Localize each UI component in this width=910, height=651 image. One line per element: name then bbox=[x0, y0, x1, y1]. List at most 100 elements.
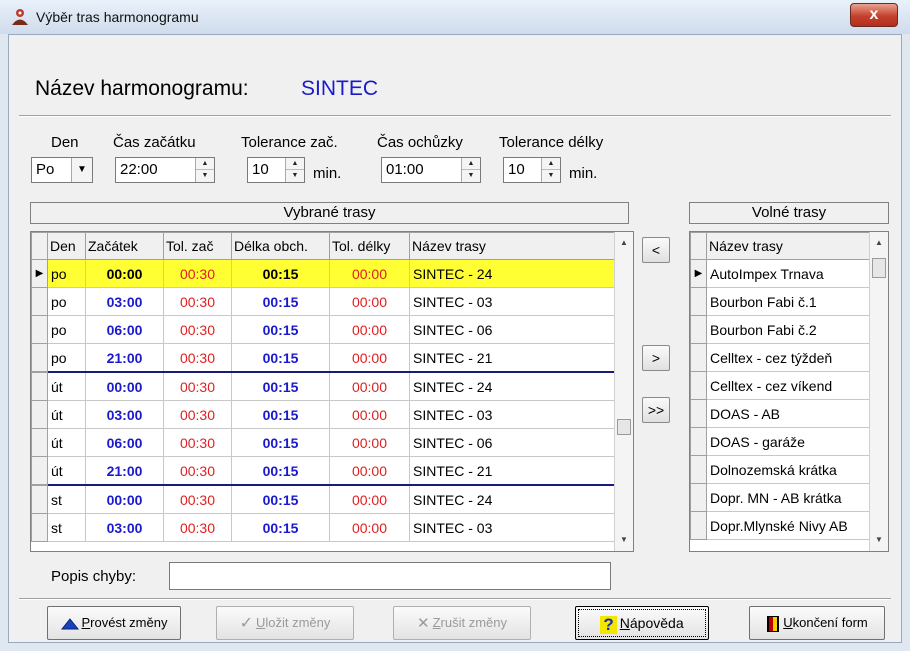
cell-tol-zac[interactable]: 00:30 bbox=[163, 428, 232, 457]
col-header-nazev-trasy[interactable]: Název trasy bbox=[706, 232, 871, 260]
list-item[interactable]: Dopr. MN - AB krátka bbox=[690, 483, 871, 512]
scroll-down-icon[interactable]: ▼ bbox=[870, 531, 888, 549]
list-item[interactable]: Bourbon Fabi č.2 bbox=[690, 315, 871, 344]
spin-up-icon[interactable]: ▲ bbox=[286, 158, 304, 170]
col-header-tol-zac[interactable]: Tol. zač bbox=[163, 232, 232, 260]
col-header-nazev-trasy[interactable]: Název trasy bbox=[409, 232, 618, 260]
table-row[interactable]: út 00:00 00:30 00:15 00:00 SINTEC - 24 bbox=[31, 371, 618, 401]
cell-tol-zac[interactable]: 00:30 bbox=[163, 287, 232, 316]
cell-delka[interactable]: 00:15 bbox=[231, 400, 330, 429]
list-item[interactable]: DOAS - garáže bbox=[690, 427, 871, 456]
table-row[interactable]: st 03:00 00:30 00:15 00:00 SINTEC - 03 bbox=[31, 513, 618, 542]
cell-delka[interactable]: 00:15 bbox=[231, 343, 330, 373]
move-right-button[interactable]: > bbox=[642, 345, 670, 371]
cell-den[interactable]: st bbox=[47, 513, 86, 542]
cell-den[interactable]: út bbox=[47, 371, 86, 401]
close-button[interactable]: x bbox=[850, 3, 898, 27]
col-header-den[interactable]: Den bbox=[47, 232, 86, 260]
cell-tol-delky[interactable]: 00:00 bbox=[329, 315, 410, 344]
cell-tol-zac[interactable]: 00:30 bbox=[163, 484, 232, 514]
move-all-right-button[interactable]: >> bbox=[642, 397, 670, 423]
cell-delka[interactable]: 00:15 bbox=[231, 287, 330, 316]
cell-tol-zac[interactable]: 00:30 bbox=[163, 371, 232, 401]
table-row[interactable]: ▶ po 00:00 00:30 00:15 00:00 SINTEC - 24 bbox=[31, 259, 618, 288]
zrusit-zmeny-button[interactable]: ✕ Zrušit změny bbox=[393, 606, 531, 640]
volne-scrollbar[interactable]: ▲ ▼ bbox=[869, 232, 888, 551]
cell-tol-zac[interactable]: 00:30 bbox=[163, 315, 232, 344]
cell-nazev-trasy[interactable]: SINTEC - 24 bbox=[409, 371, 618, 401]
vybrane-scrollbar[interactable]: ▲ ▼ bbox=[614, 232, 633, 551]
cell-tol-delky[interactable]: 00:00 bbox=[329, 343, 410, 373]
ulozit-zmeny-button[interactable]: ✓ Uložit změny bbox=[216, 606, 354, 640]
cell-delka[interactable]: 00:15 bbox=[231, 371, 330, 401]
cas-zacatku-spinner[interactable]: ▲ ▼ bbox=[195, 158, 214, 182]
scroll-thumb[interactable] bbox=[872, 258, 886, 278]
spin-up-icon[interactable]: ▲ bbox=[462, 158, 480, 170]
cell-tol-delky[interactable]: 00:00 bbox=[329, 371, 410, 401]
list-item[interactable]: Celltex - cez víkend bbox=[690, 371, 871, 400]
table-row[interactable]: po 03:00 00:30 00:15 00:00 SINTEC - 03 bbox=[31, 287, 618, 316]
table-row[interactable]: út 06:00 00:30 00:15 00:00 SINTEC - 06 bbox=[31, 428, 618, 457]
table-row[interactable]: po 21:00 00:30 00:15 00:00 SINTEC - 21 bbox=[31, 343, 618, 373]
cell-nazev-trasy[interactable]: Dolnozemská krátka bbox=[706, 455, 871, 484]
cell-nazev-trasy[interactable]: SINTEC - 21 bbox=[409, 343, 618, 373]
cell-den[interactable]: po bbox=[47, 259, 86, 288]
cell-den[interactable]: út bbox=[47, 456, 86, 486]
list-item[interactable]: ▶ AutoImpex Trnava bbox=[690, 259, 871, 288]
cell-zacatek[interactable]: 00:00 bbox=[85, 484, 164, 514]
scroll-down-icon[interactable]: ▼ bbox=[615, 531, 633, 549]
cell-zacatek[interactable]: 06:00 bbox=[85, 428, 164, 457]
ukonceni-form-button[interactable]: Ukončení form bbox=[749, 606, 885, 640]
cell-nazev-trasy[interactable]: SINTEC - 03 bbox=[409, 287, 618, 316]
provest-zmeny-button[interactable]: Provést změny bbox=[47, 606, 181, 640]
cell-zacatek[interactable]: 00:00 bbox=[85, 371, 164, 401]
cell-den[interactable]: st bbox=[47, 484, 86, 514]
cell-delka[interactable]: 00:15 bbox=[231, 456, 330, 486]
cell-nazev-trasy[interactable]: Dopr. MN - AB krátka bbox=[706, 483, 871, 512]
cell-tol-delky[interactable]: 00:00 bbox=[329, 513, 410, 542]
cell-tol-delky[interactable]: 00:00 bbox=[329, 287, 410, 316]
col-header-tol-delky[interactable]: Tol. délky bbox=[329, 232, 410, 260]
cell-den[interactable]: út bbox=[47, 428, 86, 457]
popis-chyby-input[interactable] bbox=[169, 562, 611, 590]
tolerance-delky-input[interactable]: 10 ▲ ▼ bbox=[503, 157, 561, 183]
cell-delka[interactable]: 00:15 bbox=[231, 259, 330, 288]
cell-zacatek[interactable]: 21:00 bbox=[85, 456, 164, 486]
cell-nazev-trasy[interactable]: DOAS - AB bbox=[706, 399, 871, 428]
cell-tol-zac[interactable]: 00:30 bbox=[163, 456, 232, 486]
cell-delka[interactable]: 00:15 bbox=[231, 484, 330, 514]
cell-tol-delky[interactable]: 00:00 bbox=[329, 456, 410, 486]
cell-delka[interactable]: 00:15 bbox=[231, 428, 330, 457]
title-bar[interactable]: Výběr tras harmonogramu x bbox=[0, 0, 910, 34]
cell-nazev-trasy[interactable]: Bourbon Fabi č.2 bbox=[706, 315, 871, 344]
col-header-delka[interactable]: Délka obch. bbox=[231, 232, 330, 260]
cell-zacatek[interactable]: 21:00 bbox=[85, 343, 164, 373]
scroll-up-icon[interactable]: ▲ bbox=[615, 234, 633, 252]
cell-tol-delky[interactable]: 00:00 bbox=[329, 428, 410, 457]
cell-tol-zac[interactable]: 00:30 bbox=[163, 400, 232, 429]
cell-tol-delky[interactable]: 00:00 bbox=[329, 259, 410, 288]
cell-nazev-trasy[interactable]: Bourbon Fabi č.1 bbox=[706, 287, 871, 316]
cell-nazev-trasy[interactable]: SINTEC - 21 bbox=[409, 456, 618, 486]
spin-down-icon[interactable]: ▼ bbox=[196, 170, 214, 182]
cell-zacatek[interactable]: 03:00 bbox=[85, 513, 164, 542]
list-item[interactable]: DOAS - AB bbox=[690, 399, 871, 428]
col-header-zacatek[interactable]: Začátek bbox=[85, 232, 164, 260]
chevron-down-icon[interactable]: ▼ bbox=[71, 158, 92, 182]
cell-zacatek[interactable]: 03:00 bbox=[85, 287, 164, 316]
cell-nazev-trasy[interactable]: SINTEC - 24 bbox=[409, 259, 618, 288]
cell-delka[interactable]: 00:15 bbox=[231, 513, 330, 542]
cell-den[interactable]: út bbox=[47, 400, 86, 429]
table-row[interactable]: út 03:00 00:30 00:15 00:00 SINTEC - 03 bbox=[31, 400, 618, 429]
cell-tol-delky[interactable]: 00:00 bbox=[329, 400, 410, 429]
cell-nazev-trasy[interactable]: Celltex - cez víkend bbox=[706, 371, 871, 400]
cell-nazev-trasy[interactable]: SINTEC - 03 bbox=[409, 513, 618, 542]
table-row[interactable]: st 00:00 00:30 00:15 00:00 SINTEC - 24 bbox=[31, 484, 618, 514]
table-row[interactable]: po 06:00 00:30 00:15 00:00 SINTEC - 06 bbox=[31, 315, 618, 344]
cell-tol-zac[interactable]: 00:30 bbox=[163, 343, 232, 373]
list-item[interactable]: Dolnozemská krátka bbox=[690, 455, 871, 484]
cell-nazev-trasy[interactable]: SINTEC - 03 bbox=[409, 400, 618, 429]
cell-zacatek[interactable]: 00:00 bbox=[85, 259, 164, 288]
cell-nazev-trasy[interactable]: SINTEC - 06 bbox=[409, 428, 618, 457]
cell-nazev-trasy[interactable]: DOAS - garáže bbox=[706, 427, 871, 456]
